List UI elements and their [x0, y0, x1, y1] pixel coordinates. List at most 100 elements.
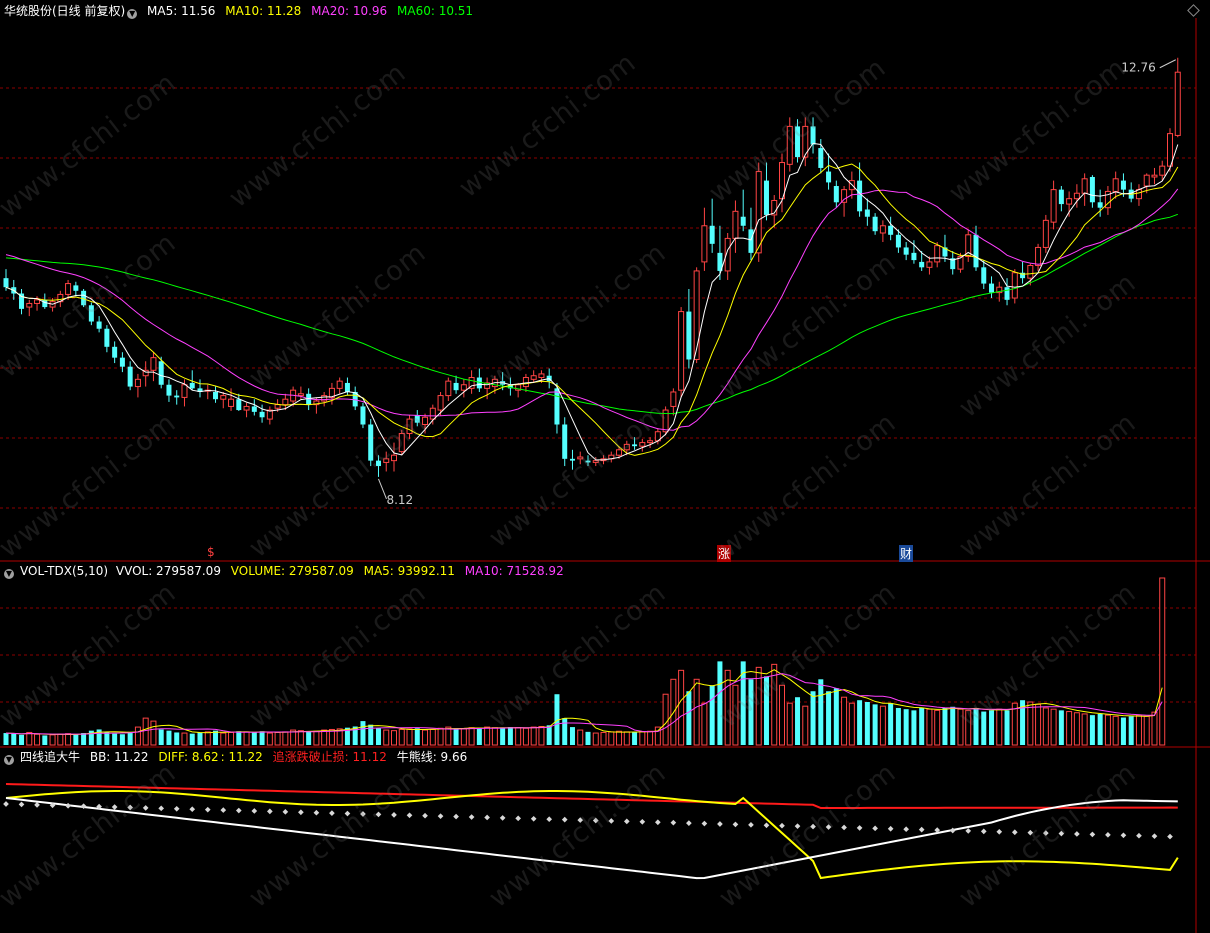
- candle: [220, 395, 227, 400]
- candle: [678, 311, 685, 391]
- bull-bear-dot: [235, 807, 242, 814]
- candle: [981, 267, 987, 284]
- bull-bear-dot: [406, 812, 413, 819]
- bull-bear-dot: [3, 801, 9, 807]
- bull-bear-dot: [484, 814, 490, 821]
- bull-bear-dot: [701, 820, 708, 827]
- volume-bar: [197, 732, 203, 745]
- candle: [336, 380, 343, 389]
- bull-bear-dot: [623, 818, 630, 825]
- bull-bear-dot: [1167, 833, 1173, 840]
- marker-dollar[interactable]: $: [207, 545, 215, 559]
- volume-bar: [888, 703, 894, 745]
- candle: [297, 393, 304, 397]
- bull-bear-dot: [949, 827, 956, 834]
- candle: [1097, 202, 1103, 208]
- vol-ma5-legend: MA5: 93992.11: [363, 564, 455, 578]
- stop-loss-line: [5, 783, 1178, 809]
- volume-bar: [996, 708, 1003, 746]
- price-pane-header: 华统股份(日线 前复权) ▼ MA5: 11.56 MA10: 11.28 MA2…: [4, 4, 479, 19]
- ma10-line: [5, 163, 1179, 456]
- volume-bar: [150, 720, 157, 746]
- bull-bear-dot: [655, 819, 661, 826]
- candle: [818, 148, 824, 168]
- volume-bar: [1089, 715, 1095, 745]
- volume-bar: [81, 733, 87, 745]
- volume-bar: [763, 676, 769, 745]
- candlestick-chart[interactable]: 12.76 8.12: [0, 0, 1210, 933]
- candle: [460, 384, 467, 391]
- candle: [554, 388, 560, 425]
- dropdown-icon[interactable]: ▼: [4, 569, 14, 579]
- bull-bear-dot: [298, 809, 304, 816]
- candle: [701, 225, 708, 263]
- low-arrow: [378, 478, 387, 500]
- volume-bar: [826, 691, 832, 745]
- volume-bar: [934, 709, 941, 746]
- candle: [1135, 189, 1142, 200]
- candle: [888, 225, 894, 235]
- bull-bear-dot: [34, 802, 40, 808]
- candle: [189, 382, 195, 389]
- candle: [104, 328, 110, 347]
- bull-bear-dot: [670, 819, 677, 826]
- candle: [670, 391, 677, 407]
- volume-bar: [65, 733, 72, 746]
- dropdown-icon[interactable]: ▼: [4, 755, 14, 765]
- stock-title: 华统股份(日线 前复权): [4, 4, 126, 18]
- volume-bar: [818, 679, 824, 745]
- volume-bar: [950, 706, 956, 745]
- marker-zhang[interactable]: 涨: [717, 545, 732, 562]
- volume-bar: [879, 705, 886, 746]
- volume-bar: [608, 731, 615, 746]
- candle: [1151, 174, 1158, 178]
- candle: [530, 375, 537, 380]
- bull-bear-dot: [313, 809, 320, 816]
- candle: [926, 261, 933, 268]
- volume-bar: [274, 731, 281, 746]
- bull-bear-dot: [1058, 830, 1065, 837]
- volume-bar: [11, 733, 17, 745]
- candle: [344, 382, 350, 392]
- bb-line: [5, 797, 1178, 880]
- volume-bar: [104, 731, 110, 745]
- dropdown-icon[interactable]: ▼: [127, 9, 138, 19]
- candle: [360, 406, 366, 425]
- candle: [398, 433, 405, 453]
- volume-bar: [639, 731, 646, 746]
- candle: [429, 407, 436, 420]
- high-label: 12.76: [1121, 61, 1155, 75]
- candle: [236, 399, 242, 411]
- candle: [1027, 265, 1034, 279]
- volume-bar: [848, 702, 855, 746]
- bull-bear-dot: [142, 805, 149, 811]
- bull-bear-dot: [18, 801, 25, 808]
- volume-bar: [686, 691, 692, 745]
- volume-bar: [546, 725, 552, 745]
- volume-bar: [795, 697, 801, 745]
- candle: [857, 180, 863, 212]
- volume-bar: [491, 727, 498, 746]
- candle: [810, 126, 816, 145]
- ma5-legend: MA5: 11.56: [147, 4, 216, 18]
- bull-bear-dot: [639, 818, 646, 825]
- volume-bar: [266, 732, 273, 746]
- bull-bear-dot: [251, 808, 258, 814]
- vvol-legend: VVOL: 279587.09: [115, 564, 221, 578]
- volume-bar: [522, 727, 529, 746]
- marker-cai[interactable]: 财: [899, 545, 914, 562]
- volume-bar: [786, 702, 793, 746]
- volume-bar: [166, 730, 172, 745]
- candle: [732, 210, 739, 239]
- bull-bear-dot: [918, 826, 925, 833]
- bb-legend: BB: 11.22: [89, 750, 149, 764]
- volume-bar: [127, 732, 133, 745]
- volume-bar: [802, 705, 809, 746]
- candle: [522, 377, 529, 388]
- candle: [577, 456, 584, 460]
- candle: [795, 126, 801, 158]
- bull-bear-dot: [856, 825, 863, 831]
- bull-bear-dot: [1151, 833, 1158, 839]
- volume-bar: [585, 731, 591, 745]
- candle: [445, 380, 452, 397]
